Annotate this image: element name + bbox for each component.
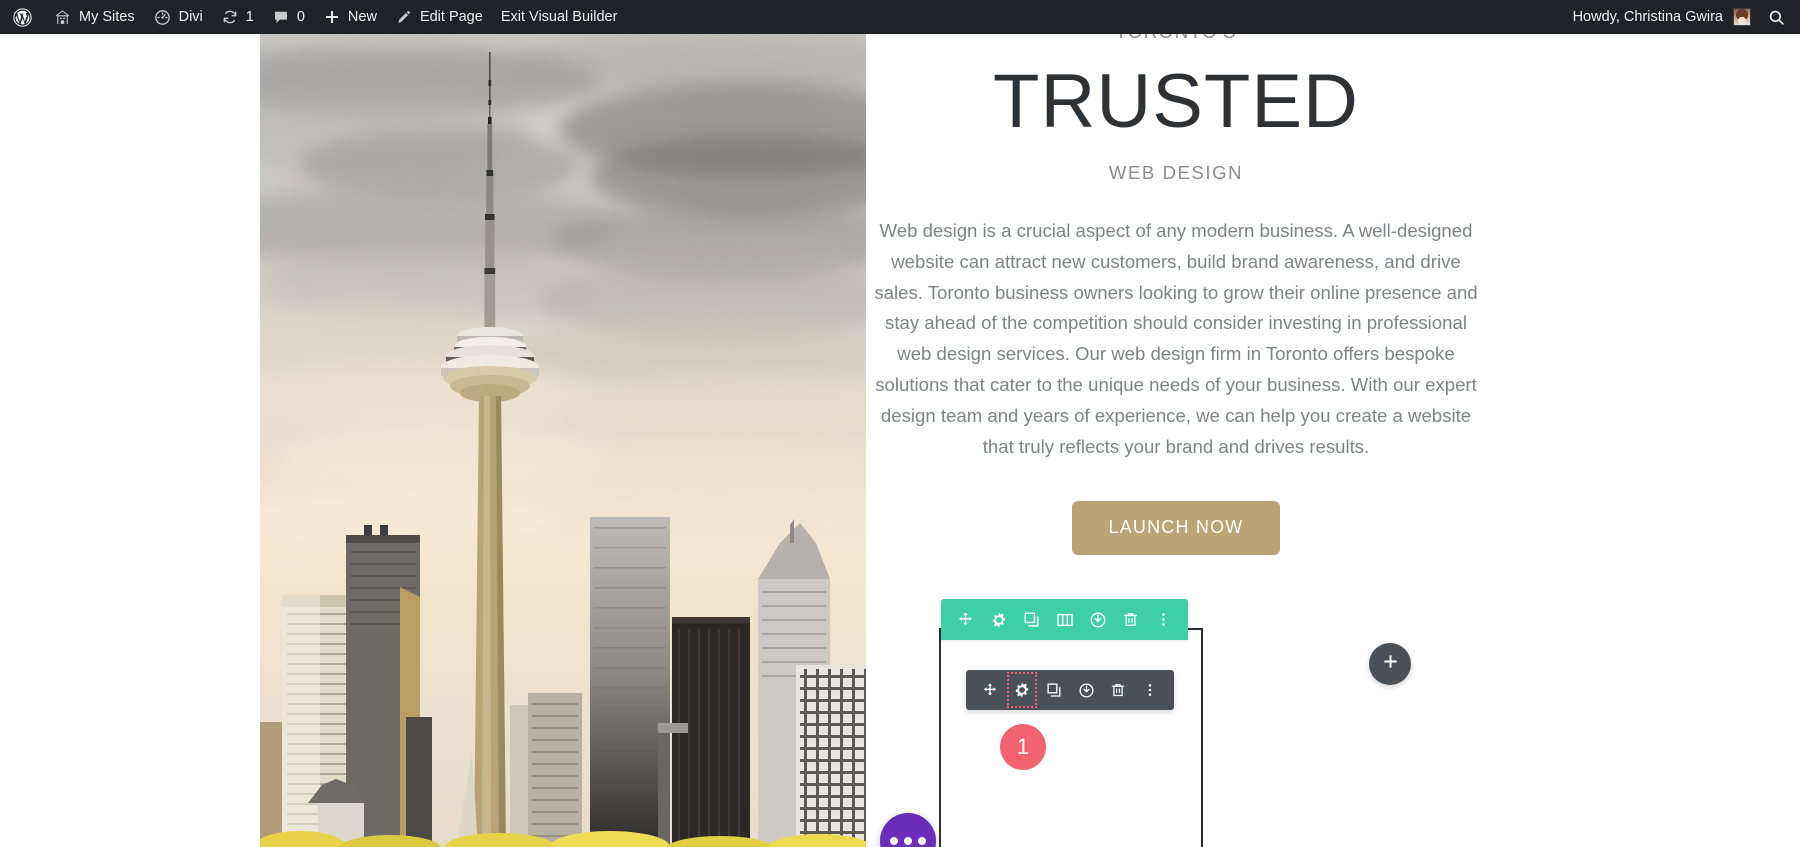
add-module-fab[interactable] — [1369, 643, 1411, 685]
horizontal-dots-icon — [890, 837, 898, 845]
row-settings-button[interactable] — [982, 599, 1015, 640]
module-more-button[interactable] — [1134, 670, 1166, 710]
search-button[interactable] — [1757, 0, 1800, 34]
new-content-button[interactable]: New — [314, 0, 386, 34]
sidebar-item-divi[interactable]: Divi — [144, 0, 212, 34]
move-row-button[interactable] — [949, 599, 982, 640]
page-canvas: TORONTO'S TRUSTED WEB DESIGN Web design … — [0, 34, 1800, 847]
divi-speedometer-icon — [153, 8, 172, 27]
revisions-button[interactable]: 1 — [212, 0, 263, 34]
launch-now-button[interactable]: LAUNCH NOW — [1072, 500, 1280, 555]
wp-admin-bar: My Sites Divi 1 0 New Edit Page Exit Vis… — [0, 0, 1800, 34]
row-settings-toolbar[interactable] — [941, 599, 1188, 640]
delete-row-button[interactable] — [1114, 599, 1147, 640]
update-arrows-icon — [221, 8, 239, 26]
duplicate-row-button[interactable] — [1015, 599, 1048, 640]
duplicate-module-button[interactable] — [1038, 670, 1070, 710]
sidebar-item-label: Divi — [178, 8, 203, 25]
hero-image-column — [260, 34, 866, 847]
disable-module-button[interactable] — [1070, 670, 1102, 710]
wordpress-logo-icon — [12, 7, 33, 28]
row-outline[interactable] — [939, 628, 1203, 847]
horizontal-dots-icon — [904, 837, 912, 845]
comments-count: 0 — [296, 8, 305, 25]
edit-page-button[interactable]: Edit Page — [386, 0, 492, 34]
pencil-icon — [395, 8, 413, 26]
howdy-label: Howdy, Christina Gwira — [1572, 8, 1723, 25]
exit-visual-builder-button[interactable]: Exit Visual Builder — [492, 0, 627, 34]
revisions-count: 1 — [245, 8, 254, 25]
hero-cta-wrapper: LAUNCH NOW — [866, 500, 1486, 555]
sidebar-item-label: Edit Page — [419, 8, 483, 25]
move-module-button[interactable] — [974, 670, 1006, 710]
hero-body-text: Web design is a crucial aspect of any mo… — [874, 219, 1478, 457]
hero-eyebrow: TORONTO'S — [866, 34, 1486, 44]
hero-subheadline: WEB DESIGN — [1108, 161, 1244, 183]
sidebar-item-label: New — [347, 8, 377, 25]
comments-button[interactable]: 0 — [263, 0, 314, 34]
avatar — [1733, 8, 1751, 26]
delete-module-button[interactable] — [1102, 670, 1134, 710]
network-sites-icon — [53, 8, 72, 27]
toronto-cn-tower-skyline-photo — [260, 34, 866, 847]
page-title: TRUSTED — [993, 59, 1359, 144]
disable-row-button[interactable] — [1081, 599, 1114, 640]
row-columns-button[interactable] — [1048, 599, 1081, 640]
sidebar-item-my-sites[interactable]: My Sites — [44, 0, 144, 34]
module-settings-toolbar[interactable] — [966, 670, 1174, 710]
module-settings-button[interactable] — [1006, 670, 1038, 710]
howdy-account-menu[interactable]: Howdy, Christina Gwira — [1564, 0, 1757, 34]
city-skyline-shape — [260, 517, 866, 847]
search-icon — [1767, 8, 1786, 27]
hero-section: TORONTO'S TRUSTED WEB DESIGN Web design … — [0, 34, 1800, 847]
horizontal-dots-icon — [918, 837, 926, 845]
row-more-button[interactable] — [1147, 599, 1180, 640]
sidebar-item-label: Exit Visual Builder — [500, 8, 618, 25]
plus-icon — [1382, 653, 1399, 675]
sidebar-item-label: My Sites — [79, 8, 135, 25]
plus-icon — [323, 8, 341, 26]
status-badge[interactable]: 1 — [1000, 724, 1046, 770]
comment-bubble-icon — [272, 8, 290, 26]
wordpress-logo-button[interactable] — [0, 0, 44, 34]
